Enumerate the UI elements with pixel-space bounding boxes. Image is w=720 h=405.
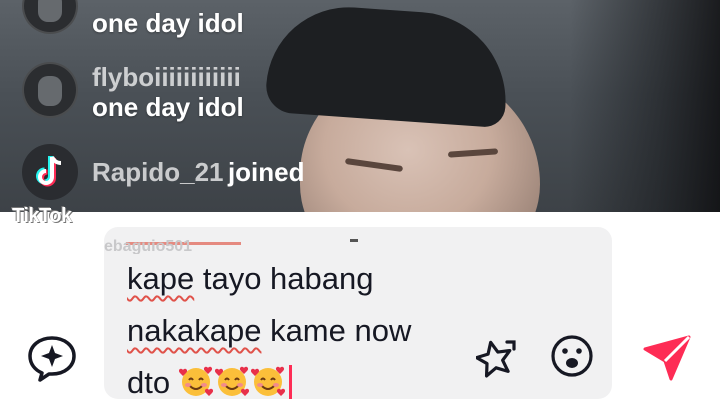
chat-comment: flyboiiiiiiiiiiii one day idol bbox=[22, 62, 244, 122]
ghost-mention: ebaguio501 bbox=[104, 238, 193, 254]
comment-text-field[interactable]: kape tayo habang nakakape kame now dto bbox=[127, 253, 457, 405]
sparkle-chat-icon bbox=[28, 336, 76, 382]
tiktok-watermark: TikTok bbox=[12, 205, 72, 227]
smiling-face-with-hearts-emoji bbox=[250, 366, 285, 396]
smiling-face-with-hearts-emoji bbox=[178, 366, 213, 396]
join-action: joined bbox=[227, 157, 305, 187]
tiktok-logo-icon bbox=[36, 156, 62, 187]
input-text: tayo habang bbox=[194, 261, 374, 296]
video-background bbox=[570, 0, 720, 212]
user-avatar[interactable] bbox=[22, 0, 78, 34]
live-video: one day idol flyboiiiiiiiiiiii one day i… bbox=[0, 0, 720, 212]
emoji-group bbox=[178, 365, 287, 400]
emoji-button[interactable] bbox=[549, 333, 595, 379]
send-button[interactable] bbox=[640, 330, 696, 384]
smiling-face-with-hearts-emoji bbox=[214, 366, 249, 396]
ghost-mark bbox=[350, 239, 358, 242]
misspelled-word: kape bbox=[127, 261, 195, 296]
comment-text: one day idol bbox=[92, 8, 244, 38]
user-avatar[interactable] bbox=[22, 144, 78, 200]
smiley-icon bbox=[551, 335, 593, 377]
chat-comment: one day idol bbox=[22, 0, 244, 38]
misspelled-word: nakakape bbox=[127, 313, 262, 348]
comment-username[interactable]: flyboiiiiiiiiiiii bbox=[92, 62, 244, 92]
ai-assist-button[interactable] bbox=[24, 332, 80, 384]
user-avatar[interactable] bbox=[22, 62, 78, 118]
text-cursor bbox=[288, 365, 292, 399]
join-event: Rapido_21 joined bbox=[22, 144, 305, 200]
star-sticker-icon bbox=[476, 340, 516, 378]
comment-username[interactable] bbox=[92, 0, 244, 8]
sticker-button[interactable] bbox=[474, 336, 520, 382]
comment-text: one day idol bbox=[92, 92, 244, 122]
join-username[interactable]: Rapido_21 bbox=[92, 157, 224, 187]
streamer-cap bbox=[264, 1, 512, 129]
send-arrow-icon bbox=[643, 335, 691, 381]
